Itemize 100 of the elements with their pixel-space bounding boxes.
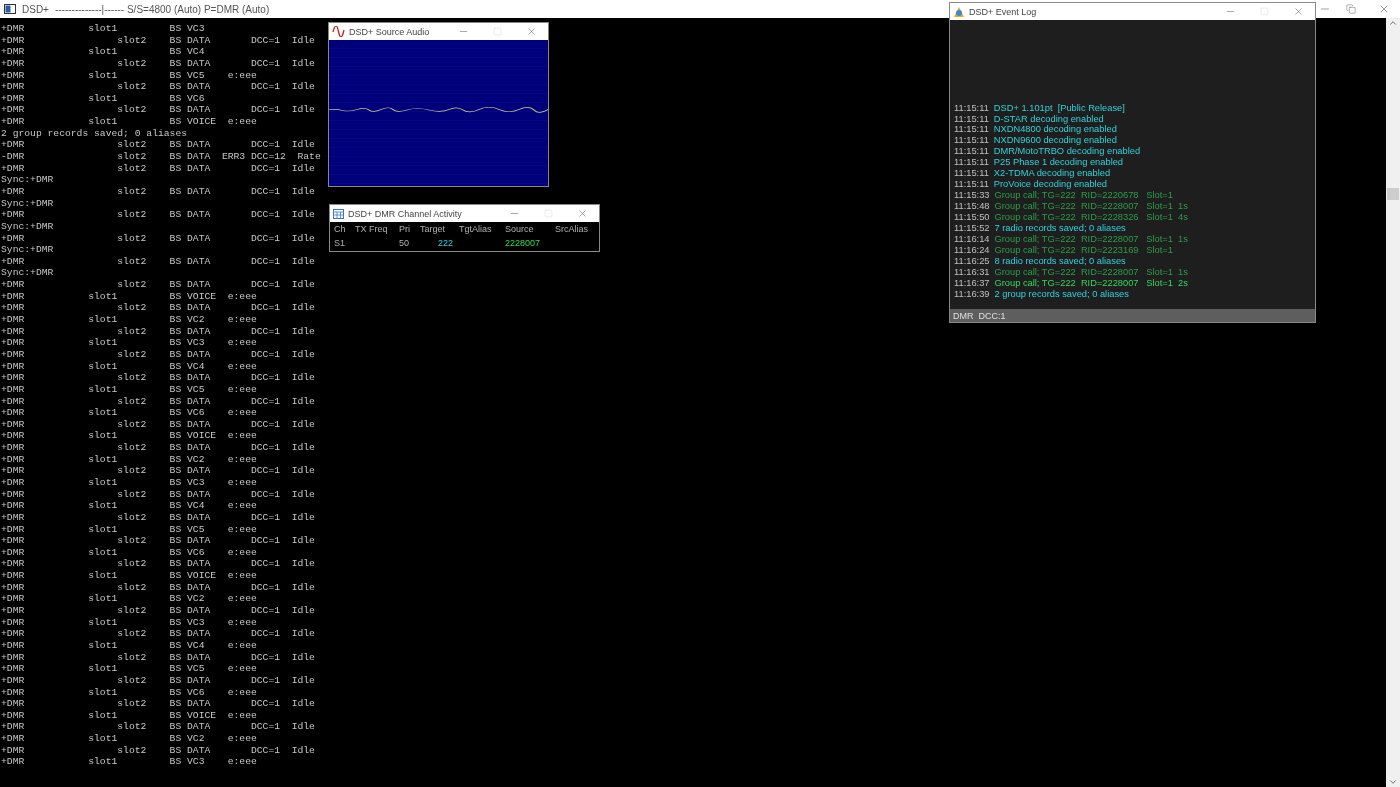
column-header: Pri <box>399 224 411 234</box>
event-text: X2-TDMA decoding enabled <box>993 168 1111 179</box>
console-line: +DMR slot1 BS VC5 e:eee <box>1 523 257 536</box>
window-title: DSD+ Event Log <box>969 6 1037 17</box>
console-line: Sync:+DMR <box>1 267 54 280</box>
console-line: +DMR slot2 BS DATA DCC=1 Idle <box>1 34 315 47</box>
console-line: +DMR slot2 BS DATA DCC=1 Idle <box>1 674 315 687</box>
console-line: +DMR slot1 BS VC4 e:eee <box>1 500 257 512</box>
close-icon <box>525 26 537 37</box>
column-header: Target <box>420 224 446 234</box>
console-line: Sync:+DMR <box>1 174 54 186</box>
maximize-icon <box>543 209 553 218</box>
event-time: 11:16:37 <box>954 277 990 288</box>
console-line: +DMR slot2 BS DATA DCC=1 Idle <box>1 651 315 664</box>
scroll-thumb[interactable] <box>1387 188 1399 200</box>
console-line: Sync:+DMR <box>1 197 54 210</box>
table-cell-text: S1 <box>334 238 346 248</box>
event-text: Group call; TG=222 RID=2228007 Slot=1 1s <box>994 201 1188 212</box>
console-line: +DMR slot2 BS DATA DCC=1 Idle <box>1 325 315 338</box>
event-time: 11:15:11 <box>954 124 989 135</box>
event-time: 11:16:31 <box>954 266 990 277</box>
close-icon <box>576 208 588 219</box>
console-line: +DMR slot2 BS DATA DCC=1 Idle <box>1 465 315 477</box>
console-line: +DMR slot2 BS DATA DCC=1 Idle <box>1 395 315 408</box>
event-text: Group call; TG=222 RID=2228007 Slot=1 1s <box>994 233 1188 244</box>
table-cell-text: 222 <box>436 238 454 248</box>
window-subtitle: --------------|------ S/S=4800 (Auto) P=DMR (Auto) <box>54 3 270 15</box>
app-icon <box>4 4 16 14</box>
event-text: P25 Phase 1 decoding enabled <box>993 157 1124 168</box>
window-title: DSD+ DMR Channel Activity <box>348 208 462 219</box>
event-time: 11:15:11 <box>954 146 989 157</box>
console-line: +DMR slot2 BS DATA DCC=1 Idle <box>1 442 315 454</box>
column-header: TX Freq <box>355 224 389 234</box>
console-line: Sync:+DMR <box>1 244 54 256</box>
event-text: D-STAR decoding enabled <box>993 113 1104 124</box>
status-text: DMR DCC:1 <box>953 310 1006 321</box>
console-line: +DMR slot2 BS DATA DCC=1 Idle <box>1 232 315 245</box>
console-line: +DMR slot2 BS DATA DCC=1 Idle <box>1 558 315 571</box>
console-line: +DMR slot1 BS VC6 e:eee <box>1 686 257 699</box>
console-line: +DMR slot2 BS DATA DCC=1 Idle <box>1 605 315 617</box>
event-text: DSD+ 1.101pt [Public Release] <box>993 102 1125 113</box>
console-line: +DMR slot1 BS VC2 e:eee <box>1 314 257 326</box>
app-logo-icon <box>953 5 965 18</box>
scrollbar[interactable] <box>1386 18 1400 787</box>
console-line: +DMR slot2 BS DATA DCC=1 Idle <box>1 162 315 175</box>
event-time: 11:15:11 <box>954 157 989 168</box>
column-header: SrcAlias <box>555 224 589 234</box>
scroll-down-icon[interactable] <box>1388 777 1398 787</box>
event-text: Group call; TG=222 RID=2228326 Slot=1 4s <box>994 211 1188 222</box>
console-line: +DMR slot1 BS VC5 e:eee <box>1 663 257 675</box>
table-cell-text: 50 <box>399 238 410 248</box>
sine-wave-icon <box>332 26 345 37</box>
event-time: 11:16:39 <box>954 288 990 299</box>
console-line: +DMR slot1 BS VC5 e:eee <box>1 69 257 82</box>
table-icon <box>333 208 344 219</box>
console-line: Sync:+DMR <box>1 220 54 233</box>
event-text: Group call; TG=222 RID=2228007 Slot=1 1s <box>994 266 1188 277</box>
event-text: ProVoice decoding enabled <box>993 179 1107 190</box>
console-line: +DMR slot1 BS VC3 e:eee <box>1 337 257 349</box>
console-line: +DMR slot1 BS VC4 <box>1 46 205 58</box>
console-line: +DMR slot2 BS DATA DCC=1 Idle <box>1 721 315 734</box>
console-line: +DMR slot2 BS DATA DCC=1 Idle <box>1 348 315 361</box>
console-line: +DMR slot1 BS VOICE e:eee <box>1 430 257 443</box>
console-line: +DMR slot2 BS DATA DCC=1 Idle <box>1 628 315 640</box>
table-cell-text: 2228007 <box>505 238 542 248</box>
event-time: 11:16:25 <box>954 255 990 266</box>
console-line: +DMR slot2 BS DATA DCC=1 Idle <box>1 418 315 431</box>
console-line: +DMR slot1 BS VC4 e:eee <box>1 360 257 373</box>
event-text: 7 radio records saved; 0 aliases <box>994 222 1126 233</box>
console-line: +DMR slot1 BS VOICE e:eee <box>1 709 257 722</box>
console-line: +DMR slot1 BS VC6 e:eee <box>1 407 257 419</box>
event-time: 11:15:52 <box>954 222 990 233</box>
console-line: +DMR slot1 BS VC3 e:eee <box>1 756 257 768</box>
window-title: DSD+ <box>22 3 49 15</box>
event-text: Group call; TG=222 RID=2220678 Slot=1 <box>994 190 1173 201</box>
event-time: 11:15:11 <box>954 113 989 124</box>
console-line: +DMR slot2 BS DATA DCC=1 Idle <box>1 488 315 501</box>
event-text: NXDN4800 decoding enabled <box>993 124 1117 135</box>
scroll-up-icon[interactable] <box>1388 18 1398 28</box>
console-line: +DMR slot1 BS VC2 e:eee <box>1 453 257 466</box>
column-header: Source <box>505 224 535 234</box>
console-line: +DMR slot1 BS VC3 <box>1 23 205 35</box>
console-line: +DMR slot1 BS VC6 e:eee <box>1 546 257 559</box>
console-line: +DMR slot1 BS VC2 e:eee <box>1 593 257 606</box>
console-line: +DMR slot1 BS VC3 e:eee <box>1 616 257 629</box>
console-line: +DMR slot2 BS DATA DCC=1 Idle <box>1 209 315 221</box>
console-line: +DMR slot2 BS DATA DCC=1 Idle <box>1 139 315 152</box>
event-text: Group call; TG=222 RID=2223169 Slot=1 <box>994 244 1173 255</box>
event-time: 11:15:11 <box>954 179 989 190</box>
event-time: 11:15:50 <box>954 211 990 222</box>
console-line: +DMR slot2 BS DATA DCC=1 Idle <box>1 255 315 268</box>
console-line: +DMR slot1 BS VOICE e:eee <box>1 116 257 128</box>
console-line: +DMR slot2 BS DATA DCC=1 Idle <box>1 302 315 314</box>
maximize-icon <box>1259 7 1269 16</box>
event-time: 11:15:11 <box>954 168 989 179</box>
console-line: +DMR slot2 BS DATA DCC=1 Idle <box>1 581 315 594</box>
event-time: 11:16:14 <box>954 233 990 244</box>
console-line: +DMR slot2 BS DATA DCC=1 Idle <box>1 372 315 384</box>
column-header: TgtAlias <box>459 224 493 234</box>
event-text: Group call; TG=222 RID=2228007 Slot=1 2s <box>994 277 1188 288</box>
